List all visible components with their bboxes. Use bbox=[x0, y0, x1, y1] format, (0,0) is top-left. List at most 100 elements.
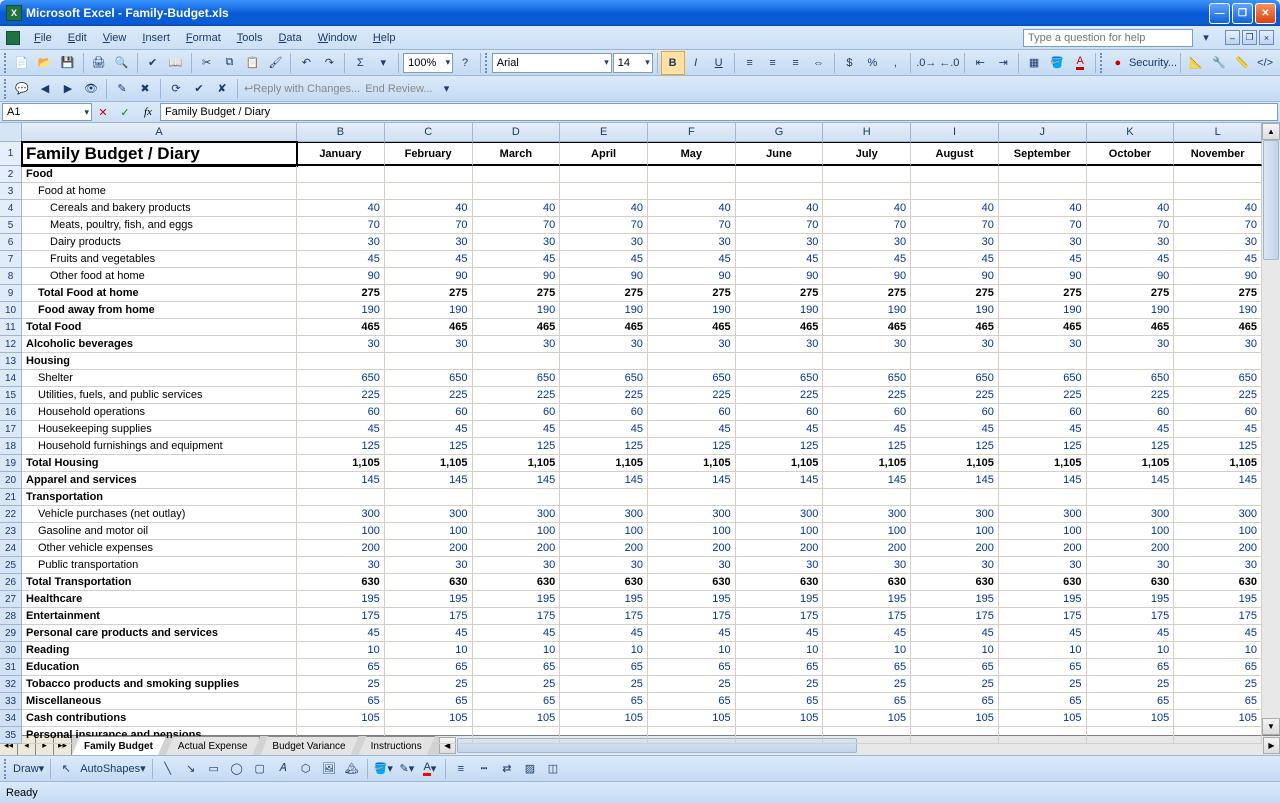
cell[interactable]: 45 bbox=[648, 625, 736, 642]
cell[interactable]: 195 bbox=[911, 591, 999, 608]
cell[interactable] bbox=[911, 727, 999, 744]
cell[interactable]: 275 bbox=[1174, 285, 1262, 302]
cell[interactable]: 630 bbox=[560, 574, 648, 591]
cell[interactable]: Meats, poultry, fish, and eggs bbox=[22, 217, 297, 234]
cell[interactable]: 30 bbox=[823, 234, 911, 251]
cell[interactable]: 145 bbox=[648, 472, 736, 489]
cell[interactable]: 25 bbox=[560, 676, 648, 693]
menu-help[interactable]: Help bbox=[365, 30, 404, 46]
row-header[interactable]: 7 bbox=[0, 251, 22, 268]
cell[interactable]: Cereals and bakery products bbox=[22, 200, 297, 217]
cell[interactable]: 195 bbox=[648, 591, 736, 608]
cell[interactable]: 30 bbox=[473, 336, 561, 353]
cell[interactable]: 175 bbox=[823, 608, 911, 625]
cell[interactable]: 45 bbox=[473, 421, 561, 438]
cell[interactable]: 45 bbox=[1174, 251, 1262, 268]
cell[interactable]: 300 bbox=[736, 506, 824, 523]
prev-comment-icon[interactable]: ◀ bbox=[34, 78, 56, 100]
cell[interactable]: 175 bbox=[473, 608, 561, 625]
cell[interactable]: 90 bbox=[1174, 268, 1262, 285]
cell[interactable]: 45 bbox=[736, 625, 824, 642]
cell[interactable]: 60 bbox=[823, 404, 911, 421]
cell[interactable]: 10 bbox=[473, 642, 561, 659]
cell[interactable]: 65 bbox=[736, 693, 824, 710]
cell[interactable]: 200 bbox=[736, 540, 824, 557]
cell[interactable] bbox=[736, 353, 824, 370]
cell[interactable]: 60 bbox=[736, 404, 824, 421]
cell[interactable]: 60 bbox=[999, 404, 1087, 421]
cell[interactable]: 175 bbox=[736, 608, 824, 625]
cell[interactable]: 100 bbox=[1087, 523, 1175, 540]
cell[interactable] bbox=[560, 183, 648, 200]
cell[interactable]: 1,105 bbox=[999, 455, 1087, 472]
cell[interactable]: 70 bbox=[385, 217, 473, 234]
cell[interactable]: 465 bbox=[911, 319, 999, 336]
cell[interactable]: 1,105 bbox=[385, 455, 473, 472]
cell[interactable]: 90 bbox=[473, 268, 561, 285]
cell[interactable]: 175 bbox=[297, 608, 385, 625]
cell[interactable]: 105 bbox=[385, 710, 473, 727]
font-select[interactable]: Arial bbox=[492, 53, 612, 73]
cell[interactable]: 30 bbox=[1087, 557, 1175, 574]
cells-area[interactable]: Family Budget / DiaryJanuaryFebruaryMarc… bbox=[22, 142, 1262, 744]
cell[interactable]: 65 bbox=[473, 659, 561, 676]
cell[interactable]: 45 bbox=[648, 251, 736, 268]
cell[interactable]: 65 bbox=[648, 659, 736, 676]
cell[interactable]: 650 bbox=[736, 370, 824, 387]
cell[interactable]: 45 bbox=[1087, 625, 1175, 642]
cell[interactable] bbox=[473, 489, 561, 506]
cell[interactable]: 30 bbox=[999, 234, 1087, 251]
col-header-C[interactable]: C bbox=[385, 123, 473, 141]
cell[interactable]: Entertainment bbox=[22, 608, 297, 625]
cell[interactable]: 65 bbox=[999, 693, 1087, 710]
cell[interactable]: 40 bbox=[297, 200, 385, 217]
cell[interactable]: 70 bbox=[736, 217, 824, 234]
cell[interactable]: 1,105 bbox=[1174, 455, 1262, 472]
col-header-D[interactable]: D bbox=[473, 123, 561, 141]
cell[interactable]: 40 bbox=[1087, 200, 1175, 217]
cell[interactable]: 45 bbox=[385, 421, 473, 438]
cell[interactable]: 65 bbox=[1174, 659, 1262, 676]
cell[interactable]: 125 bbox=[648, 438, 736, 455]
cell[interactable] bbox=[297, 183, 385, 200]
cell[interactable]: 30 bbox=[297, 234, 385, 251]
cell[interactable]: 630 bbox=[648, 574, 736, 591]
menu-insert[interactable]: Insert bbox=[134, 30, 178, 46]
cell[interactable]: 100 bbox=[560, 523, 648, 540]
cell[interactable]: 300 bbox=[1174, 506, 1262, 523]
cell[interactable]: 200 bbox=[560, 540, 648, 557]
row-header[interactable]: 33 bbox=[0, 693, 22, 710]
cell[interactable] bbox=[473, 353, 561, 370]
cell[interactable]: 40 bbox=[473, 200, 561, 217]
cell[interactable]: 1,105 bbox=[297, 455, 385, 472]
cell[interactable]: 65 bbox=[1087, 693, 1175, 710]
cell[interactable]: 195 bbox=[1174, 591, 1262, 608]
row-header[interactable]: 11 bbox=[0, 319, 22, 336]
cell[interactable]: 465 bbox=[648, 319, 736, 336]
cell[interactable]: 650 bbox=[297, 370, 385, 387]
cell[interactable]: 105 bbox=[736, 710, 824, 727]
font-color-icon[interactable]: A▾ bbox=[419, 758, 441, 780]
cell[interactable]: 630 bbox=[1174, 574, 1262, 591]
formula-input[interactable]: Family Budget / Diary bbox=[160, 103, 1278, 121]
ink-icon[interactable]: ✎ bbox=[111, 78, 133, 100]
cell[interactable]: 225 bbox=[473, 387, 561, 404]
row-header[interactable]: 16 bbox=[0, 404, 22, 421]
oval-icon[interactable]: ◯ bbox=[226, 758, 248, 780]
toolbar-grip[interactable] bbox=[4, 53, 8, 73]
cell[interactable]: March bbox=[473, 142, 561, 166]
toolbar-grip[interactable] bbox=[4, 759, 8, 779]
cell[interactable] bbox=[648, 183, 736, 200]
decrease-decimal-icon[interactable]: ←.0 bbox=[938, 52, 960, 74]
menu-window[interactable]: Window bbox=[310, 30, 365, 46]
cell[interactable]: 70 bbox=[560, 217, 648, 234]
cell[interactable]: 25 bbox=[911, 676, 999, 693]
cell[interactable]: 145 bbox=[736, 472, 824, 489]
cell[interactable] bbox=[560, 727, 648, 744]
cell[interactable]: 175 bbox=[1087, 608, 1175, 625]
cell[interactable]: 30 bbox=[385, 336, 473, 353]
cell[interactable]: 190 bbox=[1087, 302, 1175, 319]
cell[interactable]: 650 bbox=[560, 370, 648, 387]
row-header[interactable]: 19 bbox=[0, 455, 22, 472]
cell[interactable]: 630 bbox=[999, 574, 1087, 591]
